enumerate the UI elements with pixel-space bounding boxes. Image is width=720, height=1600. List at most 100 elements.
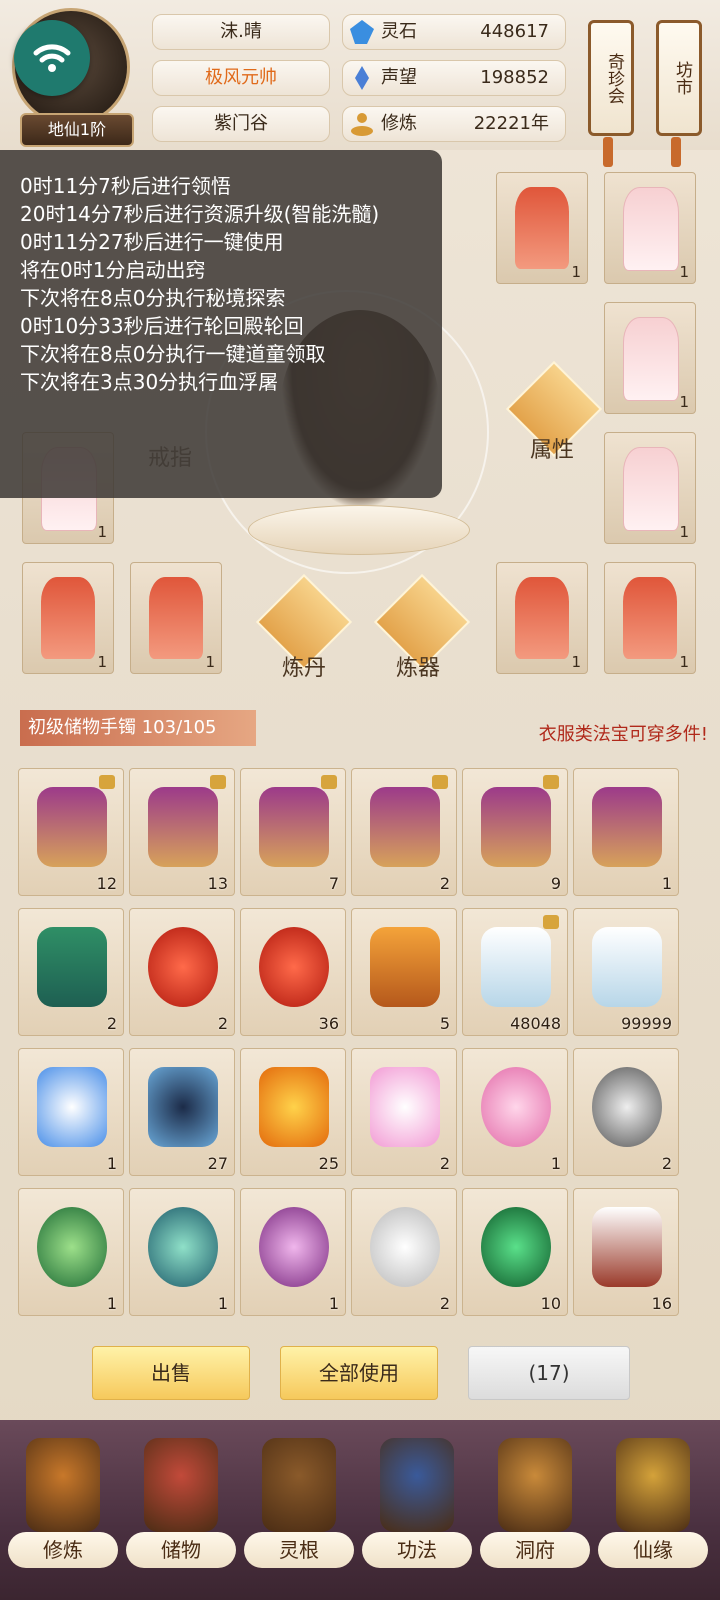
log-line: 将在0时1分启动出窍 bbox=[20, 258, 206, 282]
item-count: 10 bbox=[540, 1294, 561, 1313]
equip-slot[interactable]: 1 bbox=[22, 562, 114, 674]
player-title[interactable]: 极风元帅 bbox=[152, 60, 330, 96]
skull-egg-green-icon bbox=[37, 1207, 107, 1287]
white-swirl-orb-icon bbox=[370, 1207, 440, 1287]
item-count: 1 bbox=[205, 653, 215, 671]
stat-label: 修炼 bbox=[381, 113, 417, 134]
inventory-item[interactable]: 27 bbox=[129, 1048, 235, 1176]
inventory-item[interactable]: 5 bbox=[351, 908, 457, 1036]
robe-icon bbox=[623, 187, 679, 271]
equip-tip-text: 衣服类法宝可穿多件! bbox=[538, 724, 708, 745]
nav-tab-3[interactable]: 功法 bbox=[362, 1430, 472, 1590]
inventory-item[interactable]: 36 bbox=[240, 908, 346, 1036]
sell-button[interactable]: 出售 bbox=[92, 1346, 250, 1400]
item-count: 16 bbox=[651, 1294, 672, 1313]
equip-slot[interactable]: 1 bbox=[604, 302, 696, 414]
inventory-item[interactable]: 2 bbox=[351, 1188, 457, 1316]
nav-label: 储物 bbox=[126, 1532, 236, 1568]
inventory-item[interactable]: 12 bbox=[18, 768, 124, 896]
treasure-auction-scroll[interactable]: 奇珍会 bbox=[588, 20, 634, 167]
inventory-item[interactable]: 16 bbox=[573, 1188, 679, 1316]
log-line: 下次将在3点30分执行血浮屠 bbox=[20, 370, 279, 394]
item-count: 1 bbox=[679, 653, 689, 671]
item-count: 36 bbox=[318, 1014, 339, 1033]
spirit-stone-icon bbox=[350, 20, 374, 44]
inventory-item[interactable]: 1 bbox=[129, 1188, 235, 1316]
log-line: 下次将在8点0分执行一键道童领取 bbox=[20, 342, 326, 366]
inventory-item[interactable]: 7 bbox=[240, 768, 346, 896]
log-line: 0时10分33秒后进行轮回殿轮回 bbox=[20, 314, 304, 338]
item-count: 1 bbox=[679, 263, 689, 281]
nav-tab-2[interactable]: 灵根 bbox=[244, 1430, 354, 1590]
lotus-icon bbox=[370, 1067, 440, 1147]
green-gourd-icon bbox=[37, 927, 107, 1007]
wifi-icon bbox=[33, 44, 71, 72]
equip-slot[interactable]: 1 bbox=[604, 562, 696, 674]
selected-count-button[interactable]: (17) bbox=[468, 1346, 630, 1400]
skull-egg-teal-icon bbox=[148, 1207, 218, 1287]
orange-gourd-icon bbox=[370, 927, 440, 1007]
inventory-item[interactable]: 1 bbox=[240, 1188, 346, 1316]
nav-tab-1[interactable]: 储物 bbox=[126, 1430, 236, 1590]
item-count: 2 bbox=[439, 1154, 450, 1173]
item-count: 2 bbox=[106, 1014, 117, 1033]
scroll-label: 坊市 bbox=[672, 61, 692, 95]
stat-value: 198852 bbox=[480, 67, 549, 88]
nav-tab-4[interactable]: 洞府 bbox=[480, 1430, 590, 1590]
lock-icon bbox=[210, 775, 226, 789]
stat-value: 22221年 bbox=[473, 113, 549, 134]
item-count: 2 bbox=[217, 1014, 228, 1033]
item-count: 1 bbox=[97, 523, 107, 541]
market-scroll[interactable]: 坊市 bbox=[656, 20, 702, 167]
nav-label: 灵根 bbox=[244, 1532, 354, 1568]
inventory-item[interactable]: 13 bbox=[129, 768, 235, 896]
tea-cup-icon bbox=[37, 1067, 107, 1147]
robe-icon bbox=[623, 447, 679, 531]
stat-cultivation: 修炼 22221年 bbox=[342, 106, 566, 142]
item-count: 1 bbox=[106, 1294, 117, 1313]
equip-slot[interactable]: 1 bbox=[496, 172, 588, 284]
inventory-item[interactable]: 99999 bbox=[573, 908, 679, 1036]
nav-tab-5[interactable]: 仙缘 bbox=[598, 1430, 708, 1590]
inventory-item[interactable]: 2 bbox=[129, 908, 235, 1036]
storage-bag-nav-icon bbox=[144, 1438, 218, 1532]
item-count: 27 bbox=[207, 1154, 228, 1173]
inventory-item[interactable]: 1 bbox=[573, 768, 679, 896]
equip-slot[interactable]: 1 bbox=[604, 432, 696, 544]
item-count: 48048 bbox=[510, 1014, 561, 1033]
item-count: 1 bbox=[217, 1294, 228, 1313]
storage-bracelet-title: 初级储物手镯 103/105 bbox=[20, 710, 256, 746]
item-count: 1 bbox=[679, 393, 689, 411]
attribute-label: 属性 bbox=[530, 438, 575, 463]
inventory-item[interactable]: 1 bbox=[18, 1048, 124, 1176]
robe-icon bbox=[41, 577, 95, 659]
scroll-drum-icon bbox=[481, 787, 551, 867]
inventory-item[interactable]: 2 bbox=[18, 908, 124, 1036]
inventory-item[interactable]: 1 bbox=[18, 1188, 124, 1316]
robe-icon bbox=[623, 317, 679, 401]
inventory-item[interactable]: 25 bbox=[240, 1048, 346, 1176]
item-count: 12 bbox=[96, 874, 117, 893]
equip-slot[interactable]: 1 bbox=[130, 562, 222, 674]
equip-slot[interactable]: 1 bbox=[604, 172, 696, 284]
inventory-item[interactable]: 2 bbox=[351, 1048, 457, 1176]
inventory-item[interactable]: 10 bbox=[462, 1188, 568, 1316]
inventory-grid: 12 13 7 2 9 1 2 2 36 5 48048 99999 1 27 25 2 1 2 1 1 1 2 10 16 bbox=[18, 768, 702, 1332]
robe-icon bbox=[149, 577, 203, 659]
scroll-label: 奇珍会 bbox=[604, 52, 624, 104]
inventory-item[interactable]: 2 bbox=[573, 1048, 679, 1176]
amber-gem-icon bbox=[259, 1067, 329, 1147]
player-name: 沫.晴 bbox=[152, 14, 330, 50]
use-all-button[interactable]: 全部使用 bbox=[280, 1346, 438, 1400]
nav-label: 修炼 bbox=[8, 1532, 118, 1568]
item-count: 25 bbox=[318, 1154, 339, 1173]
wifi-floating-button[interactable] bbox=[14, 20, 90, 96]
inventory-item[interactable]: 9 bbox=[462, 768, 568, 896]
inventory-item[interactable]: 2 bbox=[351, 768, 457, 896]
nav-tab-0[interactable]: 修炼 bbox=[8, 1430, 118, 1590]
inventory-item[interactable]: 48048 bbox=[462, 908, 568, 1036]
equip-slot[interactable]: 1 bbox=[496, 562, 588, 674]
inventory-item[interactable]: 1 bbox=[462, 1048, 568, 1176]
pink-egg-icon bbox=[481, 1067, 551, 1147]
prestige-crystal-icon bbox=[355, 66, 369, 90]
